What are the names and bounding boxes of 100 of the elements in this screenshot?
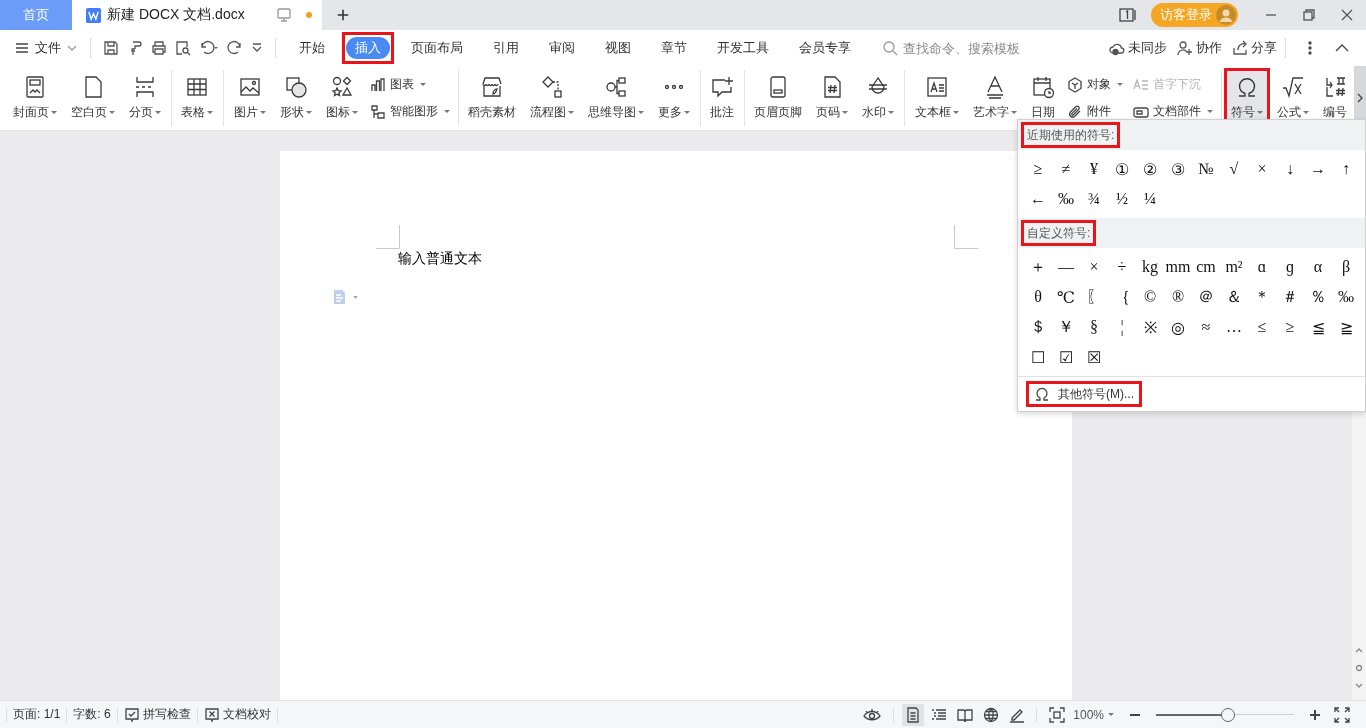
spell-check-button[interactable]: 拼写检查 <box>123 706 191 723</box>
ribbon-button[interactable]: 封面页 <box>6 68 64 128</box>
symbol-button[interactable]: β <box>1332 252 1360 282</box>
menu-tab[interactable]: 开发工具 <box>704 32 782 64</box>
symbol-button[interactable]: ≠ <box>1052 154 1080 184</box>
browse-object-icon[interactable] <box>1355 664 1363 672</box>
ribbon-button[interactable]: 图表 <box>369 76 450 93</box>
symbol-button[interactable]: θ <box>1024 282 1052 312</box>
symbol-button[interactable]: ￥ <box>1052 312 1080 342</box>
symbol-button[interactable]: ¥ <box>1080 154 1108 184</box>
print-preview-icon[interactable] <box>175 40 191 56</box>
symbol-button[interactable]: ≦ <box>1304 312 1332 342</box>
menu-action[interactable]: 分享 <box>1232 39 1277 57</box>
symbol-button[interactable]: cm <box>1192 252 1220 282</box>
symbol-button[interactable]: mm <box>1164 252 1192 282</box>
symbol-button[interactable]: ® <box>1164 282 1192 312</box>
symbol-button[interactable]: × <box>1080 252 1108 282</box>
undo-icon[interactable] <box>199 40 219 56</box>
symbol-button[interactable]: ¾ <box>1080 184 1108 214</box>
word-count[interactable]: 字数: 6 <box>73 706 111 723</box>
file-menu[interactable]: 文件 <box>14 39 82 57</box>
menu-tab[interactable]: 页面布局 <box>398 32 476 64</box>
ribbon-button[interactable]: 批注 <box>703 68 742 128</box>
menu-tab[interactable]: 章节 <box>648 32 700 64</box>
symbol-button[interactable]: № <box>1192 154 1220 184</box>
symbol-button[interactable]: √ <box>1220 154 1248 184</box>
document-tab[interactable]: 新建 DOCX 文档.docx <box>72 0 322 30</box>
print-icon[interactable] <box>151 40 167 56</box>
window-count-icon[interactable] <box>1119 7 1137 23</box>
symbol-button[interactable]: ☐ <box>1024 342 1052 372</box>
restore-icon[interactable] <box>1301 7 1317 23</box>
ribbon-button[interactable]: 页眉页脚 <box>747 68 810 128</box>
symbol-button[interactable]: kg <box>1136 252 1164 282</box>
symbol-button[interactable]: m² <box>1220 252 1248 282</box>
symbol-button[interactable]: → <box>1304 154 1332 184</box>
ribbon-button[interactable]: 表格 <box>174 68 221 128</box>
symbol-button[interactable]: ※ <box>1136 312 1164 342</box>
ribbon-button[interactable]: 对象 <box>1066 76 1123 93</box>
symbol-button[interactable]: ＃ <box>1276 282 1304 312</box>
symbol-button[interactable]: ‰ <box>1052 184 1080 214</box>
ribbon-button[interactable]: 空白页 <box>64 68 122 128</box>
symbol-button[interactable]: § <box>1080 312 1108 342</box>
slider-thumb[interactable] <box>1220 707 1235 722</box>
symbol-button[interactable]: ＄ <box>1024 312 1052 342</box>
ribbon-button[interactable]: 页码 <box>809 68 856 128</box>
symbol-button[interactable]: ① <box>1108 154 1136 184</box>
symbol-button[interactable]: ≥ <box>1024 154 1052 184</box>
symbol-button[interactable]: ↓ <box>1276 154 1304 184</box>
redo-icon[interactable] <box>227 40 243 56</box>
symbol-button[interactable]: ≥ <box>1276 312 1304 342</box>
ribbon-button[interactable]: 水印 <box>855 68 902 128</box>
ribbon-button[interactable]: 流程图 <box>522 68 581 128</box>
symbol-button[interactable]: ≈ <box>1192 312 1220 342</box>
symbol-button[interactable]: ｛ <box>1108 282 1136 312</box>
eye-icon[interactable] <box>863 706 882 723</box>
view-mode-button[interactable] <box>902 703 925 726</box>
close-icon[interactable] <box>1339 7 1355 23</box>
menu-tab[interactable]: 视图 <box>592 32 644 64</box>
symbol-button[interactable]: ＆ <box>1220 282 1248 312</box>
symbol-button[interactable]: ％ <box>1304 282 1332 312</box>
more-symbols-button[interactable]: 其他符号(M)... <box>1026 381 1142 407</box>
ribbon-button[interactable]: 智能图形 <box>369 103 450 120</box>
symbol-button[interactable]: ☒ <box>1080 342 1108 372</box>
next-page-icon[interactable] <box>1355 682 1363 690</box>
ribbon-button[interactable]: 文本框 <box>907 68 966 128</box>
page-count[interactable]: 页面: 1/1 <box>13 706 61 723</box>
symbol-button[interactable]: α <box>1304 252 1332 282</box>
symbol-button[interactable]: ¼ <box>1136 184 1164 214</box>
symbol-button[interactable]: ☑ <box>1052 342 1080 372</box>
save-icon[interactable] <box>103 40 119 56</box>
symbol-button[interactable]: ＠ <box>1192 282 1220 312</box>
ribbon-button[interactable]: 图标 <box>318 68 365 128</box>
proofread-button[interactable]: 文档校对 <box>203 706 271 723</box>
menu-tab[interactable]: 引用 <box>480 32 532 64</box>
menu-action[interactable]: 协作 <box>1177 39 1222 57</box>
search-field[interactable]: 查找命令、搜索模板 <box>882 39 1045 57</box>
monitor-icon[interactable] <box>276 7 292 23</box>
symbol-button[interactable]: ③ <box>1164 154 1192 184</box>
symbol-button[interactable]: © <box>1136 282 1164 312</box>
symbol-button[interactable]: ≧ <box>1332 312 1360 342</box>
symbol-button[interactable]: ɡ <box>1276 252 1304 282</box>
menu-tab[interactable]: 开始 <box>286 32 338 64</box>
symbol-button[interactable]: ② <box>1136 154 1164 184</box>
new-tab-icon[interactable] <box>336 8 350 22</box>
symbol-button[interactable]: ɑ <box>1248 252 1276 282</box>
symbol-button[interactable]: ＋ <box>1024 252 1052 282</box>
ribbon-button[interactable]: 形状 <box>272 68 319 128</box>
menu-tab[interactable]: 会员专享 <box>786 32 864 64</box>
customize-icon[interactable] <box>251 42 263 54</box>
symbol-button[interactable]: ½ <box>1108 184 1136 214</box>
symbol-button[interactable]: ↑ <box>1332 154 1360 184</box>
symbol-button[interactable]: ＊ <box>1248 282 1276 312</box>
symbol-button[interactable]: ÷ <box>1108 252 1136 282</box>
symbol-button[interactable]: ℃ <box>1052 282 1080 312</box>
symbol-button[interactable]: — <box>1052 252 1080 282</box>
symbol-button[interactable]: ≤ <box>1248 312 1276 342</box>
menu-tab[interactable]: 审阅 <box>536 32 588 64</box>
ribbon-button[interactable]: 分页 <box>122 68 168 128</box>
symbol-button[interactable]: ◎ <box>1164 312 1192 342</box>
ribbon-button[interactable]: 图片 <box>226 68 273 128</box>
